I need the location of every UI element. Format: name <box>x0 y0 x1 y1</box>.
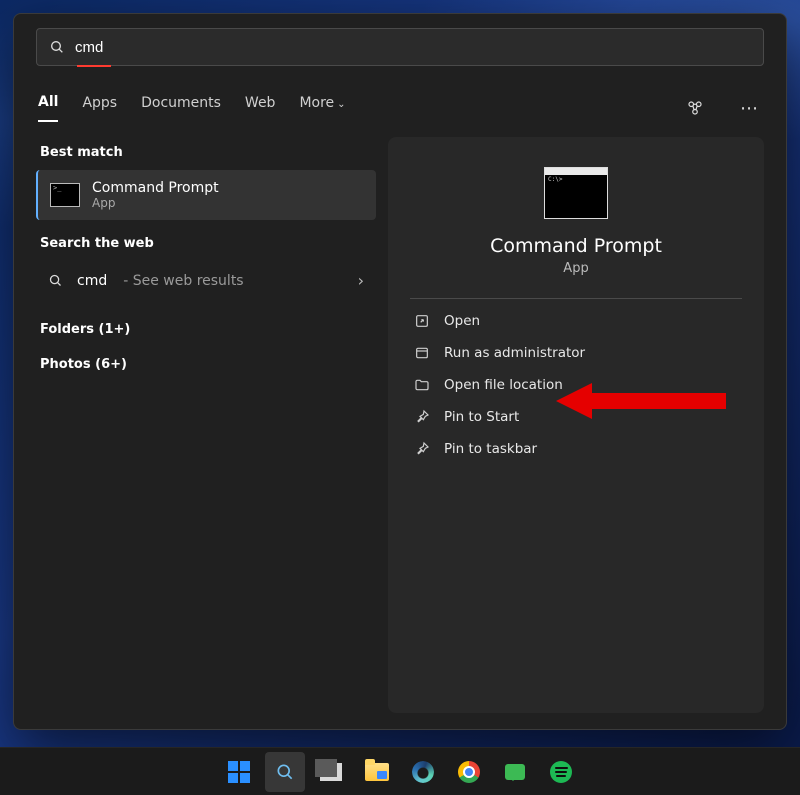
open-icon <box>414 313 430 329</box>
folders-result[interactable]: Folders (1+) <box>36 312 376 347</box>
spotify-icon <box>550 761 572 783</box>
task-view-button[interactable] <box>311 752 351 792</box>
preview-title: Command Prompt <box>490 235 662 257</box>
preview-pane: Command Prompt App Open Run as administr… <box>388 137 764 713</box>
best-match-title: Command Prompt <box>92 180 219 196</box>
best-match-heading: Best match <box>40 145 376 160</box>
action-pin-start-label: Pin to Start <box>444 409 519 425</box>
action-pin-to-taskbar[interactable]: Pin to taskbar <box>410 433 742 465</box>
action-run-admin-label: Run as administrator <box>444 345 585 361</box>
taskbar-search-button[interactable] <box>265 752 305 792</box>
search-network-icon[interactable] <box>680 93 710 123</box>
chat-icon <box>505 764 525 780</box>
file-explorer-button[interactable] <box>357 752 397 792</box>
chrome-icon <box>458 761 480 783</box>
tab-web[interactable]: Web <box>245 95 276 121</box>
action-open-file-location[interactable]: Open file location <box>410 369 742 401</box>
best-match-subtitle: App <box>92 196 219 210</box>
tab-documents[interactable]: Documents <box>141 95 221 121</box>
shield-admin-icon <box>414 345 430 361</box>
pin-icon <box>414 441 430 457</box>
edge-button[interactable] <box>403 752 443 792</box>
search-web-heading: Search the web <box>40 236 376 251</box>
start-button[interactable] <box>219 752 259 792</box>
web-result-cmd[interactable]: cmd - See web results › <box>36 261 376 300</box>
search-icon <box>275 762 295 782</box>
best-match-command-prompt[interactable]: Command Prompt App <box>36 170 376 220</box>
action-open-location-label: Open file location <box>444 377 563 393</box>
command-prompt-large-icon <box>544 167 608 219</box>
search-icon <box>48 273 63 288</box>
tab-more[interactable]: More⌄ <box>299 95 345 121</box>
action-open-label: Open <box>444 313 480 329</box>
web-result-term: cmd <box>77 273 107 289</box>
folder-icon <box>414 377 430 393</box>
search-icon <box>49 39 65 55</box>
tab-all[interactable]: All <box>38 94 58 122</box>
search-box[interactable] <box>36 28 764 66</box>
task-view-icon <box>320 763 342 781</box>
start-search-window: All Apps Documents Web More⌄ ⋯ Best matc… <box>13 13 787 730</box>
command-prompt-icon <box>50 183 80 207</box>
tab-apps[interactable]: Apps <box>82 95 117 121</box>
file-explorer-icon <box>365 763 389 781</box>
results-column: Best match Command Prompt App Search the… <box>36 137 376 713</box>
edge-icon <box>412 761 434 783</box>
spotify-button[interactable] <box>541 752 581 792</box>
filter-tabs: All Apps Documents Web More⌄ ⋯ <box>36 93 764 123</box>
search-input[interactable] <box>75 39 751 56</box>
action-open[interactable]: Open <box>410 305 742 337</box>
chrome-button[interactable] <box>449 752 489 792</box>
chevron-right-icon: › <box>358 271 364 290</box>
chevron-down-icon: ⌄ <box>337 99 345 110</box>
action-run-as-administrator[interactable]: Run as administrator <box>410 337 742 369</box>
more-options-icon[interactable]: ⋯ <box>734 93 764 123</box>
taskbar <box>0 747 800 795</box>
action-pin-to-start[interactable]: Pin to Start <box>410 401 742 433</box>
action-pin-taskbar-label: Pin to taskbar <box>444 441 537 457</box>
divider <box>410 298 742 299</box>
search-term-underline-annotation <box>77 65 111 67</box>
windows-logo-icon <box>228 761 250 783</box>
preview-subtitle: App <box>563 261 588 276</box>
chat-button[interactable] <box>495 752 535 792</box>
pin-icon <box>414 409 430 425</box>
photos-result[interactable]: Photos (6+) <box>36 347 376 382</box>
tab-more-label: More <box>299 95 334 111</box>
web-result-suffix: - See web results <box>123 273 243 289</box>
